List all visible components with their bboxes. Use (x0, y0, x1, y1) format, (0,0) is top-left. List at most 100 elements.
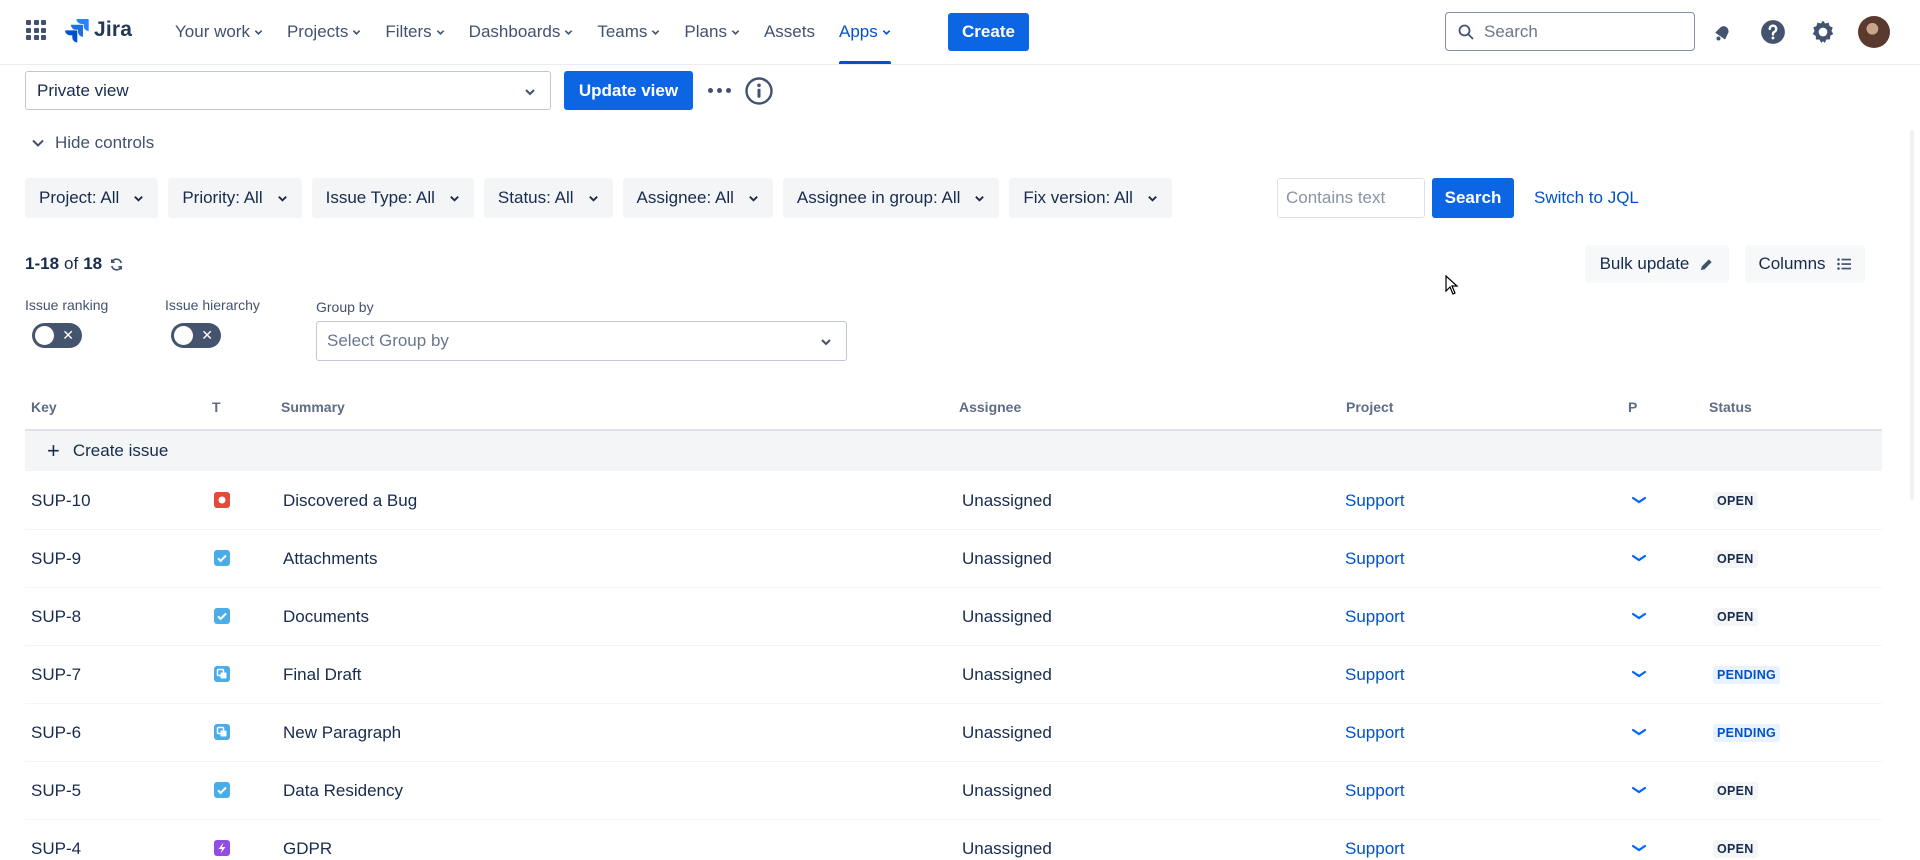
issue-key-link[interactable]: SUP-9 (31, 549, 81, 569)
issue-project-link[interactable]: Support (1345, 491, 1405, 511)
settings-icon[interactable] (1809, 18, 1837, 46)
group-by-select[interactable]: Select Group by (316, 321, 847, 361)
switch-to-jql-link[interactable]: Switch to JQL (1534, 188, 1639, 208)
priority-low-icon (1631, 612, 1647, 620)
column-header-key[interactable]: Key (31, 399, 57, 415)
jira-logo[interactable]: Jira (64, 17, 132, 43)
contains-text-field[interactable] (1277, 178, 1425, 218)
refresh-icon[interactable] (109, 257, 124, 272)
issue-summary[interactable]: Attachments (283, 549, 378, 569)
filter-issue-type[interactable]: Issue Type: All (311, 178, 474, 218)
status-badge[interactable]: OPEN (1713, 840, 1758, 858)
update-view-button[interactable]: Update view (564, 71, 693, 110)
columns-button[interactable]: Columns (1745, 245, 1865, 283)
plus-icon: + (47, 438, 60, 463)
create-issue-row[interactable]: + Create issue (25, 431, 1882, 471)
primary-nav: Your work Projects Filters Dashboards Te… (163, 0, 903, 64)
issue-summary[interactable]: Data Residency (283, 781, 403, 801)
column-header-summary[interactable]: Summary (281, 399, 345, 415)
issue-project-link[interactable]: Support (1345, 549, 1405, 569)
status-badge[interactable]: PENDING (1713, 666, 1781, 684)
column-header-type[interactable]: T (212, 399, 221, 415)
issue-project-link[interactable]: Support (1345, 607, 1405, 627)
avatar[interactable] (1858, 16, 1890, 48)
priority-low-icon (1631, 554, 1647, 562)
nav-plans[interactable]: Plans (672, 0, 752, 64)
table-row[interactable]: SUP-4 GDPR Unassigned Support OPEN (25, 820, 1882, 860)
toggle-knob (174, 326, 193, 345)
table-row[interactable]: SUP-7 Final Draft Unassigned Support PENDING (25, 646, 1882, 704)
bulk-update-button[interactable]: Bulk update (1585, 245, 1729, 283)
filter-status[interactable]: Status: All (483, 178, 613, 218)
column-header-status[interactable]: Status (1709, 399, 1752, 415)
issue-assignee[interactable]: Unassigned (962, 549, 1052, 569)
column-header-assignee[interactable]: Assignee (959, 399, 1021, 415)
nav-assets[interactable]: Assets (752, 0, 827, 64)
filter-bar: Project: All Priority: All Issue Type: A… (25, 178, 1182, 218)
issue-assignee[interactable]: Unassigned (962, 781, 1052, 801)
notifications-icon[interactable] (1709, 18, 1737, 46)
issue-assignee[interactable]: Unassigned (962, 723, 1052, 743)
nav-filters[interactable]: Filters (373, 0, 456, 64)
help-icon[interactable] (1759, 18, 1787, 46)
filter-fix-version[interactable]: Fix version: All (1009, 178, 1172, 218)
issue-summary[interactable]: GDPR (283, 839, 332, 859)
nav-your-work[interactable]: Your work (163, 0, 275, 64)
contains-text-input[interactable] (1286, 188, 1416, 208)
app-switcher-icon[interactable] (26, 20, 46, 40)
issue-key-link[interactable]: SUP-10 (31, 491, 91, 511)
status-badge[interactable]: PENDING (1713, 724, 1781, 742)
hide-controls-toggle[interactable]: Hide controls (31, 133, 154, 153)
issue-project-link[interactable]: Support (1345, 665, 1405, 685)
table-row[interactable]: SUP-8 Documents Unassigned Support OPEN (25, 588, 1882, 646)
create-button[interactable]: Create (948, 13, 1029, 51)
nav-apps[interactable]: Apps (827, 0, 903, 64)
table-row[interactable]: SUP-10 Discovered a Bug Unassigned Support O… (25, 472, 1882, 530)
nav-teams[interactable]: Teams (585, 0, 672, 64)
filter-assignee[interactable]: Assignee: All (622, 178, 773, 218)
table-row[interactable]: SUP-5 Data Residency Unassigned Support OPEN (25, 762, 1882, 820)
issue-assignee[interactable]: Unassigned (962, 491, 1052, 511)
nav-label: Dashboards (468, 22, 561, 41)
issue-ranking-toggle[interactable]: ✕ (32, 323, 82, 348)
filter-project[interactable]: Project: All (25, 178, 159, 218)
issue-key-link[interactable]: SUP-6 (31, 723, 81, 743)
status-badge[interactable]: OPEN (1713, 782, 1758, 800)
search-button[interactable]: Search (1432, 178, 1514, 218)
info-icon[interactable] (744, 76, 774, 106)
status-badge[interactable]: OPEN (1713, 492, 1758, 510)
scrollbar[interactable] (1910, 130, 1914, 500)
issue-project-link[interactable]: Support (1345, 781, 1405, 801)
column-header-project[interactable]: Project (1346, 399, 1393, 415)
issue-summary[interactable]: Final Draft (283, 665, 361, 685)
issue-key-link[interactable]: SUP-7 (31, 665, 81, 685)
issue-assignee[interactable]: Unassigned (962, 607, 1052, 627)
priority-low-icon (1631, 670, 1647, 678)
issue-project-link[interactable]: Support (1345, 839, 1405, 859)
column-header-priority[interactable]: P (1628, 399, 1637, 415)
view-select[interactable]: Private view (25, 71, 551, 110)
filter-priority[interactable]: Priority: All (168, 178, 302, 218)
task-icon (214, 550, 230, 566)
issue-summary[interactable]: Documents (283, 607, 369, 627)
issue-summary[interactable]: New Paragraph (283, 723, 401, 743)
nav-dashboards[interactable]: Dashboards (457, 0, 586, 64)
filter-assignee-in-group[interactable]: Assignee in group: All (782, 178, 1000, 218)
issue-project-link[interactable]: Support (1345, 723, 1405, 743)
issue-key-link[interactable]: SUP-5 (31, 781, 81, 801)
issue-assignee[interactable]: Unassigned (962, 665, 1052, 685)
more-options-icon[interactable] (704, 79, 734, 101)
issue-hierarchy-toggle[interactable]: ✕ (171, 323, 221, 348)
status-badge[interactable]: OPEN (1713, 608, 1758, 626)
mouse-cursor-icon (1445, 275, 1459, 295)
table-row[interactable]: SUP-6 New Paragraph Unassigned Support PENDI… (25, 704, 1882, 762)
status-badge[interactable]: OPEN (1713, 550, 1758, 568)
global-search[interactable] (1445, 12, 1695, 51)
search-input[interactable] (1484, 21, 1684, 42)
table-row[interactable]: SUP-9 Attachments Unassigned Support OPEN (25, 530, 1882, 588)
issue-summary[interactable]: Discovered a Bug (283, 491, 417, 511)
issue-key-link[interactable]: SUP-8 (31, 607, 81, 627)
issue-assignee[interactable]: Unassigned (962, 839, 1052, 859)
issue-key-link[interactable]: SUP-4 (31, 839, 81, 859)
nav-projects[interactable]: Projects (275, 0, 373, 64)
